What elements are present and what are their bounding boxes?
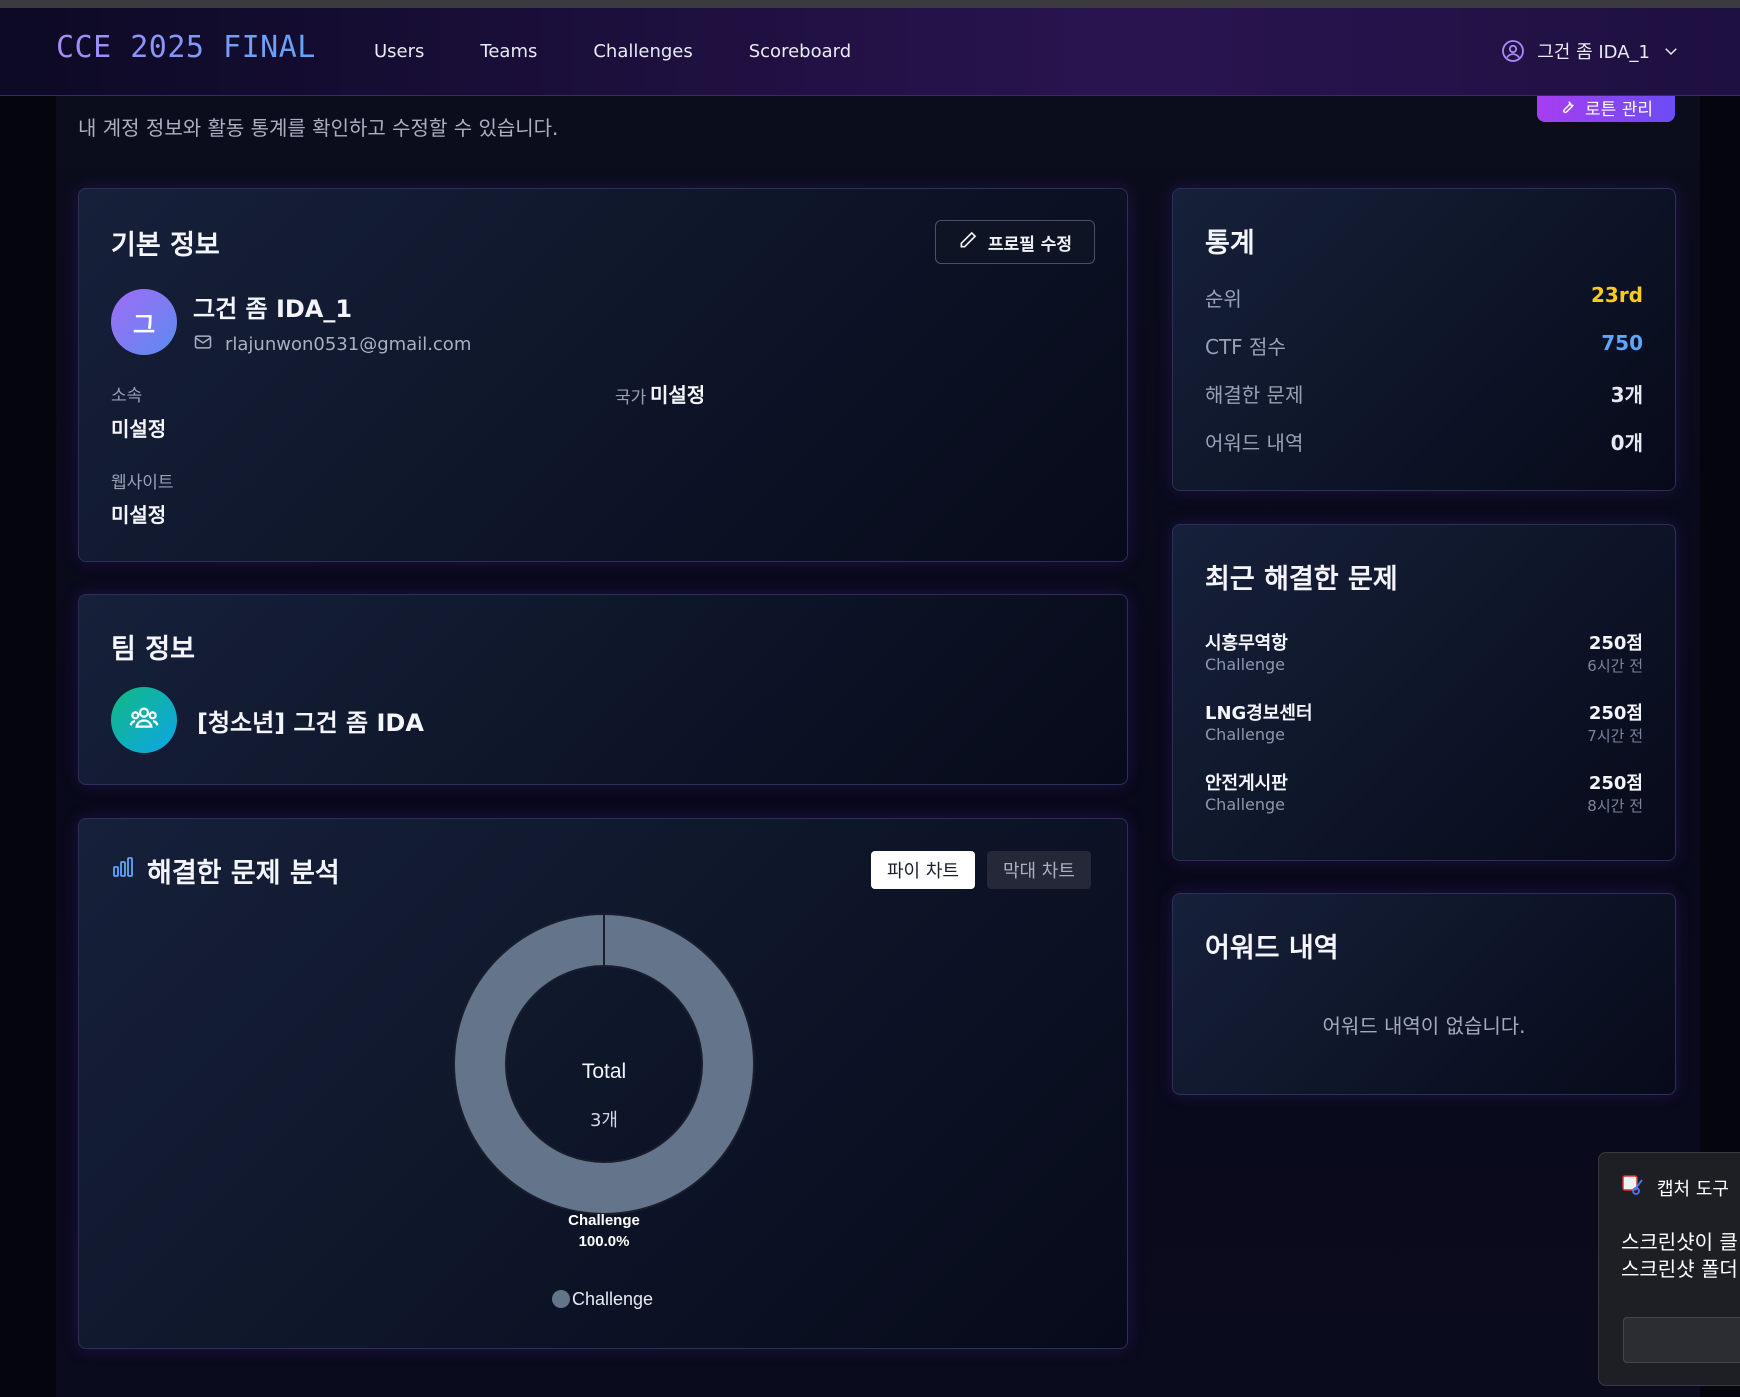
recent-category: Challenge [1205, 655, 1285, 674]
awards-empty-message: 어워드 내역이 없습니다. [1322, 1014, 1526, 1038]
admin-button-label: 로튼 관리 [1585, 100, 1653, 120]
edit-profile-label: 프로필 수정 [987, 234, 1073, 255]
snip-message: 스크린샷이 클 스크린샷 폴더 [1621, 1229, 1738, 1283]
top-navbar: CCE 2025 FINAL Users Teams Challenges Sc… [0, 8, 1740, 96]
stat-solved-label: 해결한 문제 [1205, 383, 1304, 407]
user-menu-name: 그건 좀 IDA_1 [1537, 42, 1650, 63]
awards-card: 어워드 내역 어워드 내역이 없습니다. [1172, 893, 1676, 1095]
nav-links: Users Teams Challenges Scoreboard [374, 41, 851, 62]
stat-awards: 어워드 내역 0개 [1205, 427, 1643, 456]
stat-solved-value: 3개 [1610, 383, 1643, 407]
country-value: 미설정 [650, 383, 706, 407]
stat-score-label: CTF 점수 [1205, 335, 1286, 359]
slice-label-challenge: Challenge [568, 1212, 640, 1229]
list-item[interactable]: 안전게시판 Challenge 250점 8시간 전 [1205, 769, 1643, 821]
nav-link-users[interactable]: Users [374, 41, 424, 62]
snip-action-button[interactable] [1623, 1317, 1740, 1363]
team-info-title: 팀 정보 [111, 634, 195, 665]
email-text: rlajunwon0531@gmail.com [225, 334, 472, 355]
snip-line-2: 스크린샷 폴더 [1621, 1257, 1738, 1281]
recent-time: 8시간 전 [1587, 797, 1643, 815]
basic-info-title: 기본 정보 [111, 230, 220, 261]
awards-title: 어워드 내역 [1205, 933, 1339, 964]
recent-name: LNG경보센터 [1205, 703, 1313, 724]
affiliation-label: 소속 [111, 386, 143, 406]
edit-profile-button[interactable]: 프로필 수정 [935, 220, 1095, 264]
stat-rank: 순위 23rd [1205, 283, 1643, 312]
users-icon [128, 702, 160, 738]
stats-card: 통계 순위 23rd CTF 점수 750 해결한 문제 3개 어워드 내역 0… [1172, 188, 1676, 491]
wrench-icon [1559, 97, 1577, 120]
team-name[interactable]: [청소년] 그건 좀 IDA [197, 703, 424, 738]
recent-name: 시흥무역항 [1205, 633, 1288, 654]
avatar: 그 [111, 289, 177, 355]
team-avatar [111, 687, 177, 753]
stat-awards-label: 어워드 내역 [1205, 431, 1304, 455]
stat-score: CTF 점수 750 [1205, 331, 1643, 360]
stat-solved: 해결한 문제 3개 [1205, 379, 1643, 408]
chart-center-value: 3개 [590, 1110, 618, 1131]
recent-solves-card: 최근 해결한 문제 시흥무역항 Challenge 250점 6시간 전 LNG… [1172, 524, 1676, 861]
website-value: 미설정 [111, 503, 167, 527]
scissors-icon [1621, 1173, 1645, 1202]
pie-chart: Total 3개 Challenge 100.0% Challenge [453, 913, 755, 1309]
user-menu[interactable]: 그건 좀 IDA_1 [1501, 38, 1680, 64]
recent-name: 안전게시판 [1205, 773, 1288, 794]
chart-center-label: Total [582, 1060, 626, 1083]
recent-time: 7시간 전 [1587, 727, 1643, 745]
legend-label-challenge[interactable]: Challenge [572, 1289, 653, 1309]
page-subtitle: 내 계정 정보와 활동 통계를 확인하고 수정할 수 있습니다. [78, 116, 559, 140]
team-info-card: 팀 정보 [청소년] 그건 좀 IDA [78, 594, 1128, 785]
window-top-strip [0, 0, 1740, 8]
stat-score-value: 750 [1601, 331, 1643, 355]
chevron-down-icon [1662, 42, 1680, 60]
pencil-icon [958, 230, 978, 255]
affiliation-value: 미설정 [111, 417, 167, 441]
list-item[interactable]: LNG경보센터 Challenge 250점 7시간 전 [1205, 699, 1643, 751]
recent-points: 250점 [1588, 703, 1643, 724]
nav-link-scoreboard[interactable]: Scoreboard [749, 41, 851, 62]
stat-rank-label: 순위 [1205, 287, 1242, 311]
snip-notification[interactable]: 캡처 도구 스크린샷이 클 스크린샷 폴더 [1598, 1152, 1740, 1386]
nav-link-challenges[interactable]: Challenges [593, 41, 692, 62]
recent-points: 250점 [1588, 633, 1643, 654]
user-circle-icon [1501, 39, 1525, 63]
recent-category: Challenge [1205, 725, 1285, 744]
snip-title: 캡처 도구 [1657, 1178, 1729, 1200]
list-item[interactable]: 시흥무역항 Challenge 250점 6시간 전 [1205, 629, 1643, 681]
stats-title: 통계 [1205, 228, 1255, 259]
recent-time: 6시간 전 [1587, 657, 1643, 675]
snip-header: 캡처 도구 [1621, 1173, 1729, 1202]
profile-username: 그건 좀 IDA_1 [193, 295, 353, 323]
website-label: 웹사이트 [111, 473, 174, 493]
legend-swatch-challenge [552, 1290, 570, 1308]
mail-icon [193, 332, 213, 357]
nav-link-teams[interactable]: Teams [480, 41, 537, 62]
stat-awards-value: 0개 [1610, 431, 1643, 455]
basic-info-card: 기본 정보 프로필 수정 그 그건 좀 IDA_1 rlajunwon0531@… [78, 188, 1128, 562]
stat-rank-value: 23rd [1590, 283, 1643, 307]
recent-category: Challenge [1205, 795, 1285, 814]
country-label: 국가 [615, 388, 647, 408]
slice-percent-challenge: 100.0% [579, 1233, 630, 1250]
recent-solves-title: 최근 해결한 문제 [1205, 564, 1398, 595]
recent-points: 250점 [1588, 773, 1643, 794]
admin-button[interactable]: 로튼 관리 [1537, 96, 1675, 122]
profile-email: rlajunwon0531@gmail.com [193, 332, 471, 357]
analysis-card: 해결한 문제 분석 파이 차트 막대 차트 Total 3개 Challenge… [78, 818, 1128, 1349]
snip-line-1: 스크린샷이 클 [1621, 1230, 1738, 1254]
brand-logo[interactable]: CCE 2025 FINAL [56, 30, 316, 65]
